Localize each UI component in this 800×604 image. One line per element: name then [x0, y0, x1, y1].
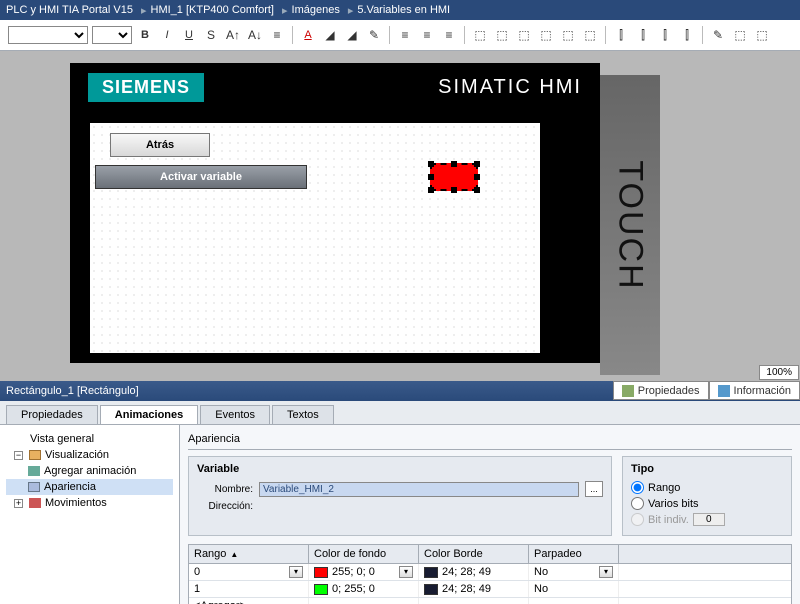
- hmi-canvas[interactable]: SIEMENS SIMATIC HMI Atrás Activar variab…: [0, 51, 800, 381]
- detail-panel: Apariencia Variable Nombre: ... Direcció…: [180, 425, 800, 604]
- align-center-button[interactable]: ≡: [418, 26, 436, 44]
- selected-rectangle[interactable]: [430, 163, 478, 191]
- col-fondo[interactable]: Color de fondo: [309, 545, 419, 563]
- hmi-screen-area[interactable]: Atrás Activar variable: [90, 123, 540, 353]
- color-swatch[interactable]: [424, 567, 438, 578]
- distribute-button[interactable]: ⫿: [634, 26, 652, 44]
- tree-overview[interactable]: Vista general: [6, 431, 173, 447]
- grid-row[interactable]: 1 0; 255; 0 24; 28; 49 No: [189, 581, 791, 598]
- tipo-group: Tipo Rango Varios bits Bit indiv.: [622, 456, 792, 536]
- format-toolbar: B I U S A↑ A↓ ≡ A ◢ ◢ ✎ ≡ ≡ ≡ ⬚ ⬚ ⬚ ⬚ ⬚ …: [0, 20, 800, 51]
- browse-variable-button[interactable]: ...: [585, 481, 603, 497]
- name-label: Nombre:: [197, 484, 253, 495]
- radio-bit-indiv[interactable]: Bit indiv.: [631, 513, 783, 526]
- tree-appearance[interactable]: Apariencia: [6, 479, 173, 495]
- dropdown-icon[interactable]: ▾: [599, 566, 613, 578]
- line-color-button[interactable]: ◢: [343, 26, 361, 44]
- breadcrumb-item[interactable]: 5.Variables en HMI: [357, 4, 450, 16]
- arrange-button[interactable]: ⬚: [581, 26, 599, 44]
- breadcrumb-bar: PLC y HMI TIA Portal V15▸ HMI_1 [KTP400 …: [0, 0, 800, 20]
- align-right-button[interactable]: ≡: [440, 26, 458, 44]
- tree-movements[interactable]: +Movimientos: [6, 495, 173, 511]
- tab-textos[interactable]: Textos: [272, 405, 334, 424]
- font-grow-button[interactable]: A↑: [224, 26, 242, 44]
- col-borde[interactable]: Color Borde: [419, 545, 529, 563]
- zoom-level[interactable]: 100%: [759, 365, 799, 380]
- arrange-button[interactable]: ⬚: [515, 26, 533, 44]
- arrange-button[interactable]: ⬚: [537, 26, 555, 44]
- tab-properties[interactable]: Propiedades: [613, 381, 709, 400]
- align-left-button[interactable]: ≡: [396, 26, 414, 44]
- color-swatch[interactable]: [424, 584, 438, 595]
- breadcrumb-item[interactable]: HMI_1 [KTP400 Comfort]: [151, 4, 275, 16]
- page-icon: [28, 482, 40, 492]
- col-parpadeo[interactable]: Parpadeo: [529, 545, 619, 563]
- tab-propiedades[interactable]: Propiedades: [6, 405, 98, 424]
- arrange-button[interactable]: ⬚: [493, 26, 511, 44]
- tool-button[interactable]: ✎: [709, 26, 727, 44]
- font-shrink-button[interactable]: A↓: [246, 26, 264, 44]
- movements-icon: [29, 498, 41, 508]
- arrange-button[interactable]: ⬚: [471, 26, 489, 44]
- highlight-button[interactable]: ≡: [268, 26, 286, 44]
- font-family-select[interactable]: [8, 26, 88, 44]
- properties-icon: [622, 385, 634, 397]
- color-swatch[interactable]: [314, 584, 328, 595]
- siemens-logo: SIEMENS: [88, 73, 204, 102]
- property-header: Rectángulo_1 [Rectángulo] Propiedades In…: [0, 381, 800, 401]
- folder-icon: [29, 450, 41, 460]
- radio-rango[interactable]: Rango: [631, 481, 783, 494]
- bit-index-input[interactable]: [693, 513, 725, 526]
- tool-button[interactable]: ⬚: [731, 26, 749, 44]
- breadcrumb-item[interactable]: Imágenes: [292, 4, 340, 16]
- tab-eventos[interactable]: Eventos: [200, 405, 270, 424]
- distribute-button[interactable]: ⫿: [612, 26, 630, 44]
- tab-info[interactable]: Información: [709, 381, 800, 400]
- tree-visualization[interactable]: −Visualización: [6, 447, 173, 463]
- color-swatch[interactable]: [314, 567, 328, 578]
- distribute-button[interactable]: ⫿: [656, 26, 674, 44]
- arrange-button[interactable]: ⬚: [559, 26, 577, 44]
- strike-button[interactable]: S: [202, 26, 220, 44]
- address-label: Dirección:: [197, 501, 253, 512]
- dropdown-icon[interactable]: ▾: [289, 566, 303, 578]
- hmi-back-button[interactable]: Atrás: [110, 133, 210, 157]
- grid-add-row[interactable]: <Agregar>: [189, 598, 791, 604]
- property-tabs: Propiedades Animaciones Eventos Textos: [0, 401, 800, 425]
- fill-color-button[interactable]: ◢: [321, 26, 339, 44]
- italic-button[interactable]: I: [158, 26, 176, 44]
- appearance-grid: Rango ▲ Color de fondo Color Borde Parpa…: [188, 544, 792, 604]
- font-color-button[interactable]: A: [299, 26, 317, 44]
- touch-bezel: TOUCH: [600, 75, 660, 375]
- tab-animaciones[interactable]: Animaciones: [100, 405, 198, 424]
- bold-button[interactable]: B: [136, 26, 154, 44]
- underline-button[interactable]: U: [180, 26, 198, 44]
- add-icon: [28, 466, 40, 476]
- breadcrumb-item[interactable]: PLC y HMI TIA Portal V15: [6, 4, 133, 16]
- hmi-activate-button[interactable]: Activar variable: [95, 165, 307, 189]
- simatic-title: SIMATIC HMI: [438, 76, 582, 99]
- tree-add-animation[interactable]: Agregar animación: [6, 463, 173, 479]
- col-rango[interactable]: Rango ▲: [189, 545, 309, 563]
- sort-icon: ▲: [230, 550, 238, 559]
- detail-title: Apariencia: [188, 429, 792, 450]
- info-icon: [718, 385, 730, 397]
- dropdown-icon[interactable]: ▾: [399, 566, 413, 578]
- pen-button[interactable]: ✎: [365, 26, 383, 44]
- radio-varios-bits[interactable]: Varios bits: [631, 497, 783, 510]
- variable-group: Variable Nombre: ... Dirección:: [188, 456, 612, 536]
- animation-tree: Vista general −Visualización Agregar ani…: [0, 425, 180, 604]
- selected-object-name: Rectángulo_1 [Rectángulo]: [6, 385, 139, 397]
- tool-button[interactable]: ⬚: [753, 26, 771, 44]
- font-size-select[interactable]: [92, 26, 132, 44]
- hmi-device-frame: SIEMENS SIMATIC HMI Atrás Activar variab…: [70, 63, 600, 363]
- variable-name-input[interactable]: [259, 482, 579, 497]
- distribute-button[interactable]: ⫿: [678, 26, 696, 44]
